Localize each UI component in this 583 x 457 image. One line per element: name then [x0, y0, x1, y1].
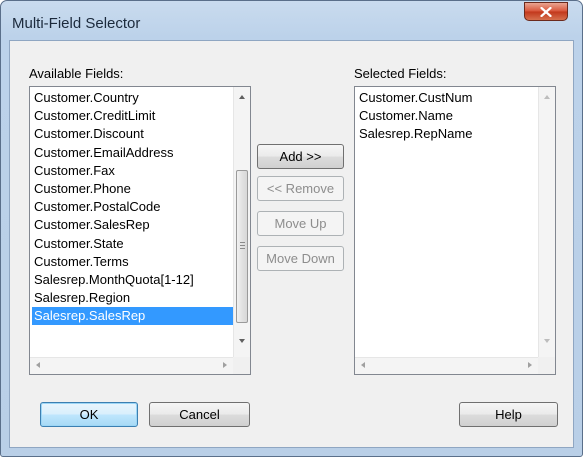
close-icon: [540, 6, 552, 17]
selected-fields-list[interactable]: Customer.CustNum Customer.Name Salesrep.…: [354, 86, 556, 375]
selected-fields-items: Customer.CustNum Customer.Name Salesrep.…: [357, 89, 539, 144]
scrollbar-corner: [538, 357, 555, 374]
available-fields-label: Available Fields:: [29, 66, 124, 81]
add-button[interactable]: Add >>: [257, 144, 344, 169]
list-item[interactable]: Customer.Terms: [32, 253, 234, 271]
list-item[interactable]: Customer.Name: [357, 107, 539, 125]
window-title: Multi-Field Selector: [12, 15, 141, 32]
dialog-client-area: Available Fields: Customer.Country Custo…: [9, 40, 574, 448]
scrollbar-corner: [233, 357, 250, 374]
available-vertical-scrollbar[interactable]: [233, 87, 250, 357]
scroll-left-arrow-icon[interactable]: [361, 362, 365, 368]
list-item[interactable]: Customer.PostalCode: [32, 198, 234, 216]
list-item[interactable]: Customer.State: [32, 235, 234, 253]
scroll-up-arrow-icon[interactable]: [239, 95, 245, 99]
grip-line: [240, 245, 245, 246]
close-button[interactable]: [524, 2, 568, 21]
list-item[interactable]: Customer.Fax: [32, 162, 234, 180]
move-up-button[interactable]: Move Up: [257, 211, 344, 236]
scroll-down-arrow-icon[interactable]: [544, 339, 550, 343]
available-fields-items: Customer.Country Customer.CreditLimit Cu…: [32, 89, 234, 326]
selected-fields-label: Selected Fields:: [354, 66, 447, 81]
list-item[interactable]: Customer.SalesRep: [32, 216, 234, 234]
list-item[interactable]: Customer.Discount: [32, 125, 234, 143]
list-item[interactable]: Customer.CustNum: [357, 89, 539, 107]
help-button[interactable]: Help: [459, 402, 558, 427]
list-item[interactable]: Customer.EmailAddress: [32, 144, 234, 162]
available-fields-list[interactable]: Customer.Country Customer.CreditLimit Cu…: [29, 86, 251, 375]
list-item[interactable]: Salesrep.MonthQuota[1-12]: [32, 271, 234, 289]
scroll-right-arrow-icon[interactable]: [223, 362, 227, 368]
scrollbar-thumb[interactable]: [236, 170, 248, 323]
grip-line: [240, 242, 245, 243]
list-item[interactable]: Customer.Phone: [32, 180, 234, 198]
scroll-down-arrow-icon[interactable]: [239, 339, 245, 343]
selected-vertical-scrollbar[interactable]: [538, 87, 555, 357]
remove-button[interactable]: << Remove: [257, 176, 344, 201]
list-item[interactable]: Salesrep.RepName: [357, 125, 539, 143]
ok-button[interactable]: OK: [40, 402, 138, 427]
dialog-window: Multi-Field Selector Available Fields: C…: [0, 0, 583, 457]
available-horizontal-scrollbar[interactable]: [30, 357, 233, 374]
cancel-button[interactable]: Cancel: [149, 402, 250, 427]
scroll-right-arrow-icon[interactable]: [528, 362, 532, 368]
list-item-selected[interactable]: Salesrep.SalesRep: [32, 307, 234, 326]
scroll-up-arrow-icon[interactable]: [544, 95, 550, 99]
move-down-button[interactable]: Move Down: [257, 246, 344, 271]
list-item[interactable]: Customer.CreditLimit: [32, 107, 234, 125]
grip-line: [240, 248, 245, 249]
selected-horizontal-scrollbar[interactable]: [355, 357, 538, 374]
list-item[interactable]: Salesrep.Region: [32, 289, 234, 307]
list-item[interactable]: Customer.Country: [32, 89, 234, 107]
scroll-left-arrow-icon[interactable]: [36, 362, 40, 368]
